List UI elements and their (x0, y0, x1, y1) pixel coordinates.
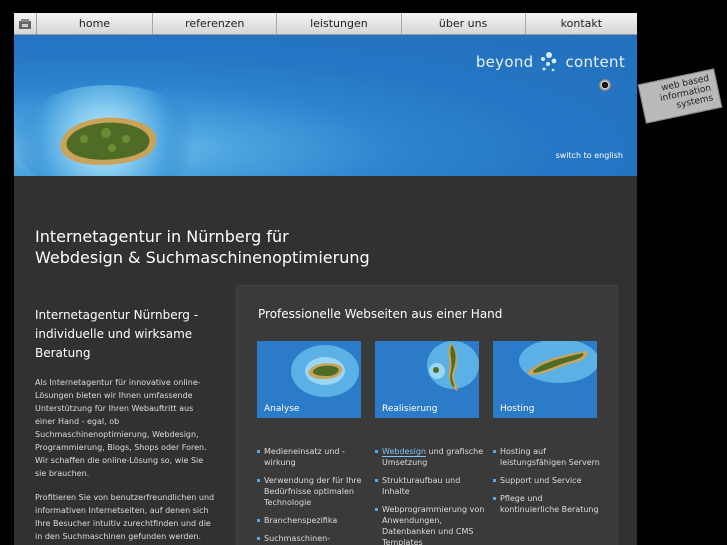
services-list-hosting: Hosting auf leistungsfähigen Servern Sup… (493, 446, 603, 522)
tile-label-hosting: Hosting (500, 404, 535, 414)
intro-lead: Internetagentur Nürnberg - individuelle … (35, 308, 199, 360)
webdesign-link[interactable]: Webdesign (382, 447, 426, 457)
header-banner: beyond content switch to english (14, 35, 637, 176)
rivet-icon (599, 79, 611, 91)
list-item: Suchmaschinen- (257, 533, 367, 544)
site-container: home referenzen leistungen über uns kont… (14, 13, 637, 545)
nav-item-referenzen[interactable]: referenzen (153, 13, 278, 34)
nav-item-leistungen[interactable]: leistungen (277, 13, 402, 34)
list-item: Hosting auf leistungsfähigen Servern (493, 446, 603, 468)
nav-item-ueber-uns[interactable]: über uns (402, 13, 526, 34)
list-item: Pflege und kontinuierliche Beratung (493, 493, 603, 515)
list-item: Strukturaufbau und Inhalte (375, 475, 485, 497)
services-box: Professionelle Webseiten aus einer Hand … (236, 285, 618, 545)
intro-paragraph-2: Profitieren Sie von benutzerfreundlichen… (35, 493, 215, 541)
tile-analyse[interactable]: Analyse (257, 341, 361, 418)
list-item: Webprogrammierung von Anwendungen, Daten… (375, 504, 485, 545)
logo-text-beyond: beyond (475, 53, 534, 71)
services-list-analyse: Medieneinsatz und -wirkung Verwendung de… (257, 446, 367, 545)
nav-item-home[interactable]: home (37, 13, 154, 34)
home-icon[interactable] (14, 13, 37, 34)
page-headline: Internetagentur in Nürnberg für Webdesig… (35, 226, 370, 268)
tile-label-realisierung: Realisierung (382, 404, 438, 414)
list-item: Medieneinsatz und -wirkung (257, 446, 367, 468)
headline-line-2: Webdesign & Suchmaschinenoptimierung (35, 248, 370, 267)
nav-item-kontakt[interactable]: kontakt (526, 13, 637, 34)
logo-splash-icon (539, 49, 559, 75)
list-item: Webdesign und grafische Umsetzung (375, 446, 485, 468)
headline-line-1: Internetagentur in Nürnberg für (35, 227, 289, 246)
brand-logo[interactable]: beyond content (476, 49, 625, 75)
intro-paragraph-1: Als Internetagentur für innovative onlin… (35, 378, 207, 478)
list-item: Verwendung der für Ihre Bedürfnisse opti… (257, 475, 367, 508)
main-nav: home referenzen leistungen über uns kont… (14, 13, 637, 35)
services-title: Professionelle Webseiten aus einer Hand (258, 307, 503, 321)
services-list-realisierung: Webdesign und grafische Umsetzung Strukt… (375, 446, 485, 545)
list-item: Support und Service (493, 475, 603, 486)
info-tag: web based information systems (637, 68, 723, 124)
logo-text-content: content (565, 53, 625, 71)
list-item: Branchenspezifika (257, 515, 367, 526)
switch-language-link[interactable]: switch to english (556, 151, 623, 160)
tile-label-analyse: Analyse (264, 404, 300, 414)
tile-hosting[interactable]: Hosting (493, 341, 597, 418)
tile-realisierung[interactable]: Realisierung (375, 341, 479, 418)
